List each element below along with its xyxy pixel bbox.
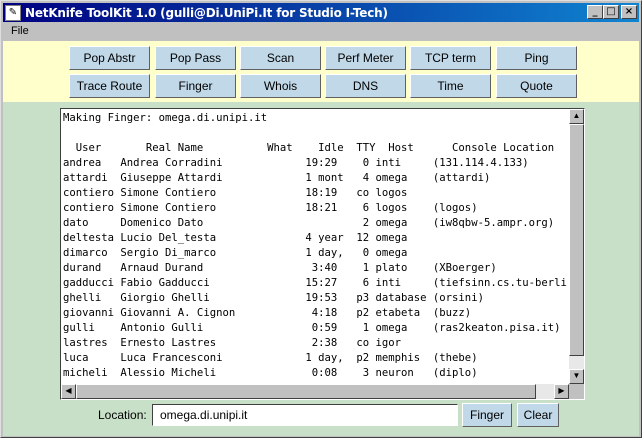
time-button[interactable]: Time [410,74,491,98]
output-line: ghelli Giorgio Ghelli 19:53 p3 database … [63,292,484,304]
dns-button[interactable]: DNS [325,74,406,98]
pop-pass-button[interactable]: Pop Pass [155,46,236,70]
minimize-button[interactable]: _ [587,5,603,19]
main-panel: Making Finger: omega.di.unipi.it User Re… [3,102,639,436]
output-line: lastres Ernesto Lastres 2:38 co igor [63,337,402,349]
output-line: dato Domenico Dato 2 omega (iw8qbw-5.amp… [63,217,555,229]
scroll-down-icon[interactable]: ▼ [569,369,584,384]
scroll-right-icon[interactable]: ▶ [554,384,569,399]
scroll-corner [569,384,584,399]
finger-tool-button[interactable]: Finger [155,74,236,98]
app-window: ✎ NetKnife ToolKit 1.0 (gulli@Di.UniPi.I… [0,0,642,438]
title-bar[interactable]: ✎ NetKnife ToolKit 1.0 (gulli@Di.UniPi.I… [3,3,639,22]
scan-button[interactable]: Scan [240,46,321,70]
maximize-button[interactable]: □ [603,5,619,19]
quote-button[interactable]: Quote [496,74,577,98]
clear-button[interactable]: Clear [517,403,559,427]
output-line: micheli Alessio Micheli 0:08 3 neuron (d… [63,367,478,379]
ping-button[interactable]: Ping [496,46,577,70]
scroll-up-icon[interactable]: ▲ [569,109,584,124]
output-line: contiero Simone Contiero 18:19 co logos [63,187,408,199]
app-icon[interactable]: ✎ [5,4,21,21]
toolbar-panel: Pop Abstr Pop Pass Scan Perf Meter TCP t… [3,41,639,102]
vertical-scrollbar[interactable]: ▲ ▼ [569,109,584,384]
horizontal-scroll-thumb[interactable] [76,384,536,399]
close-button[interactable]: × [621,5,637,19]
output-text: Making Finger: omega.di.unipi.it User Re… [63,111,567,381]
output-line: giovanni Giovanni A. Cignon 4:18 p2 etab… [63,307,472,319]
menu-file[interactable]: File [11,25,29,37]
perf-meter-button[interactable]: Perf Meter [325,46,406,70]
output-line: luca Luca Francesconi 1 day, p2 memphis … [63,352,478,364]
output-line: attardi Giuseppe Attardi 1 mont 4 omega … [63,172,491,184]
trace-route-button[interactable]: Trace Route [69,74,150,98]
location-label: Location: [98,408,147,422]
output-line: gulli Antonio Gulli 0:59 1 omega (ras2ke… [63,322,561,334]
whois-button[interactable]: Whois [240,74,321,98]
scroll-left-icon[interactable]: ◀ [61,384,76,399]
output-line: deltesta Lucio Del_testa 4 year 12 omega [63,232,408,244]
output-line: dimarco Sergio Di_marco 1 day, 0 omega [63,247,408,259]
vertical-scroll-thumb[interactable] [569,124,584,356]
location-input[interactable]: omega.di.unipi.it [152,404,458,426]
output-textarea[interactable]: Making Finger: omega.di.unipi.it User Re… [60,108,585,400]
window-title: NetKnife ToolKit 1.0 (gulli@Di.UniPi.It … [25,5,388,20]
menu-bar: File [3,23,639,41]
output-line: Making Finger: omega.di.unipi.it [63,112,268,124]
horizontal-scrollbar[interactable]: ◀ ▶ [61,384,569,399]
output-line: User Real Name What Idle TTY Host Consol… [63,142,555,154]
output-line: contiero Simone Contiero 18:21 6 logos (… [63,202,478,214]
window-controls: _ □ × [587,5,637,19]
finger-button[interactable]: Finger [462,403,512,427]
tcp-term-button[interactable]: TCP term [410,46,491,70]
output-line: andrea Andrea Corradini 19:29 0 inti (13… [63,157,529,169]
output-line: gadducci Fabio Gadducci 15:27 6 inti (ti… [63,277,567,289]
output-line: durand Arnaud Durand 3:40 1 plato (XBoer… [63,262,497,274]
pop-abstr-button[interactable]: Pop Abstr [69,46,150,70]
